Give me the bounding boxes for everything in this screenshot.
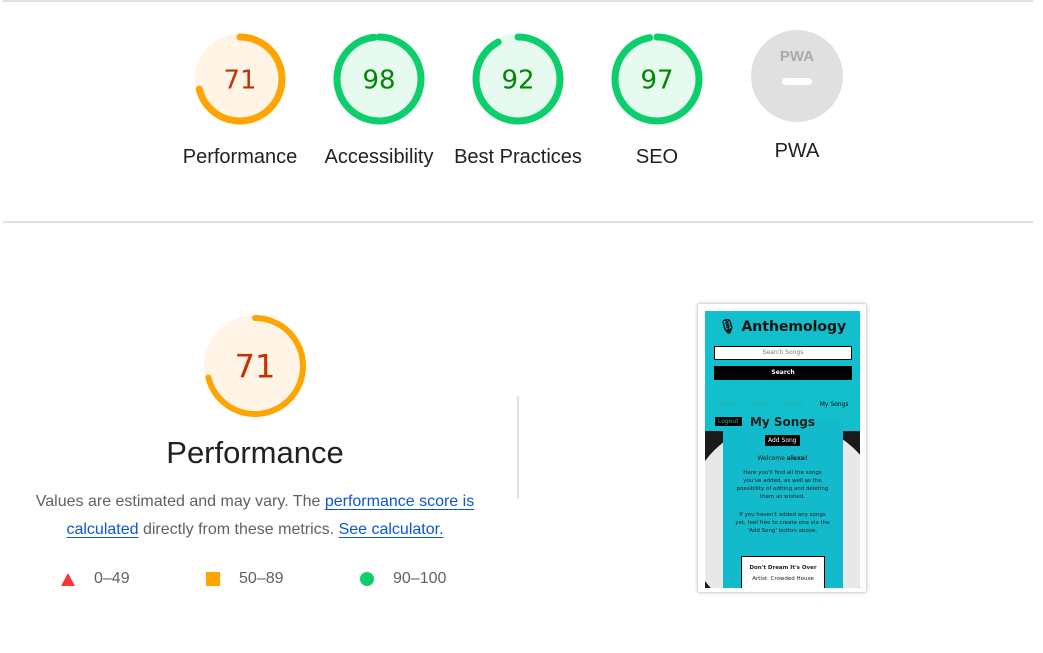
performance-title: Performance [166, 435, 344, 470]
divider [3, 221, 1033, 223]
gauge-score: 98 [362, 65, 395, 95]
legend-average: 50–89 [205, 570, 284, 588]
svg-text:PWA: PWA [780, 48, 814, 65]
app-title: 🎙 Anthemology [718, 319, 847, 335]
final-screenshot[interactable]: 🎙 Anthemology Search Songs Search Home So… [697, 303, 867, 593]
legend-pass: 90–100 [359, 570, 446, 588]
performance-gauge-large: 71 [185, 312, 325, 420]
legend-fail: 0–49 [60, 570, 130, 588]
category-label: Accessibility [324, 146, 434, 168]
circle-icon [360, 572, 374, 586]
category-label: SEO [635, 146, 679, 168]
category-gauge-best-practices[interactable]: 92 Best Practices [448, 30, 588, 172]
see-calculator-link[interactable]: See calculator. [339, 521, 444, 538]
gauge-score: 97 [640, 65, 673, 95]
search-input: Search Songs [714, 346, 852, 360]
gauge-score: 71 [235, 348, 276, 386]
category-gauge-performance[interactable]: 71 Performance [170, 30, 310, 172]
category-gauge-pwa[interactable]: PWA PWA [727, 30, 867, 166]
gauge-score: 92 [501, 65, 534, 95]
category-label: Best Practices [454, 146, 582, 168]
performance-description: Values are estimated and may vary. The p… [35, 493, 475, 538]
search-button: Search [714, 366, 852, 380]
triangle-icon [61, 573, 75, 586]
category-label: Performance [182, 146, 298, 168]
divider [3, 0, 1033, 2]
vertical-divider [517, 396, 519, 499]
square-icon [206, 572, 220, 586]
category-label: PWA [774, 140, 820, 162]
category-gauge-seo[interactable]: 97 SEO [587, 30, 727, 172]
gauge-score: 71 [223, 65, 256, 95]
pwa-badge-icon: PWA [751, 30, 843, 122]
category-gauge-accessibility[interactable]: 98 Accessibility [309, 30, 449, 172]
